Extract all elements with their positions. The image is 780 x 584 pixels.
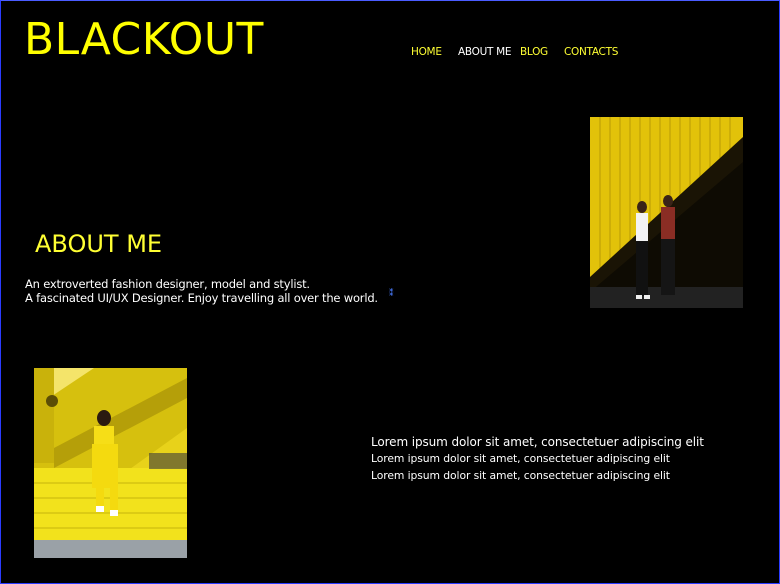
about-me-heading: ABOUT ME: [35, 230, 163, 258]
photo-woman-yellow-outfit: [34, 368, 187, 558]
brand-logo[interactable]: BLACKOUT: [24, 14, 264, 65]
lorem-text-block: Lorem ipsum dolor sit amet, consectetuer…: [371, 434, 704, 484]
nav-about-link[interactable]: ABOUT ME: [458, 46, 512, 58]
lorem-line-3: Lorem ipsum dolor sit amet, consectetuer…: [371, 469, 670, 482]
about-me-description: An extroverted fashion designer, model a…: [25, 277, 378, 305]
about-line-2: A fascinated UI/UX Designer. Enjoy trave…: [25, 291, 378, 305]
lorem-line-1: Lorem ipsum dolor sit amet, consectetuer…: [371, 435, 704, 449]
nav-home-link[interactable]: HOME: [411, 46, 442, 58]
about-line-1: An extroverted fashion designer, model a…: [25, 277, 310, 291]
nav-contacts-link[interactable]: CONTACTS: [564, 46, 618, 58]
nav-blog-link[interactable]: BLOG: [520, 46, 548, 58]
photo-illustration: [590, 117, 743, 308]
photo-illustration-2: [34, 368, 187, 558]
hero-photo-two-people-yellow-wall: [590, 117, 743, 308]
text-cursor-icon: ⁑: [389, 288, 394, 298]
lorem-line-2: Lorem ipsum dolor sit amet, consectetuer…: [371, 452, 670, 465]
